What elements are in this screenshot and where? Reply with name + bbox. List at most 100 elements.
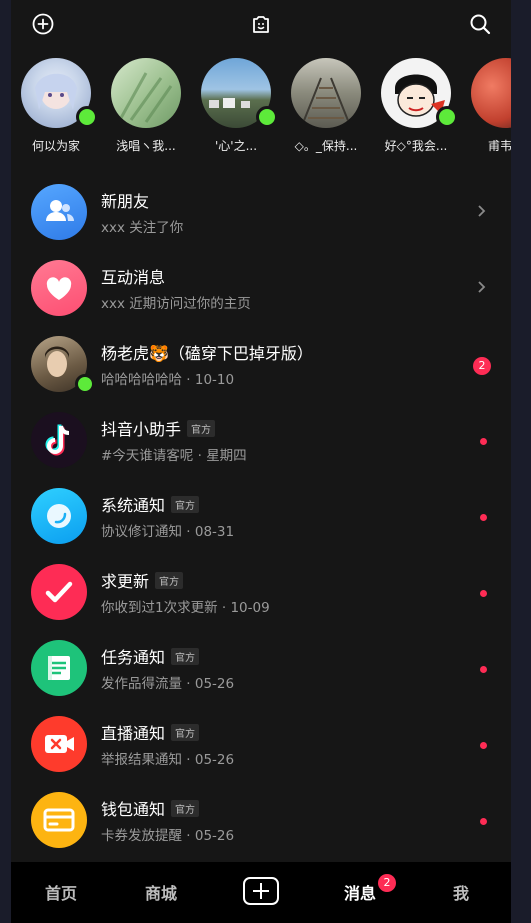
messages-badge: 2	[378, 874, 396, 892]
message-title-text: 求更新	[101, 572, 150, 591]
message-time: 10-09	[230, 600, 270, 616]
unread-dot	[480, 666, 487, 673]
official-tag: 官方	[171, 723, 200, 741]
message-title: 求更新 官方	[101, 568, 184, 592]
message-row-wallet[interactable]: 钱包通知 官方 卡券发放提醒 · 05-26	[11, 786, 511, 862]
people-icon	[31, 184, 87, 240]
message-time: 05-26	[194, 676, 235, 692]
plus-circle-icon[interactable]	[31, 12, 55, 36]
unread-dot	[480, 514, 487, 521]
message-title-text: 任务通知	[101, 648, 166, 667]
unread-dot	[480, 438, 487, 445]
online-status-indicator	[76, 106, 98, 128]
avatar[interactable]	[471, 58, 511, 128]
tab-messages[interactable]: 消息	[344, 880, 376, 904]
message-time: 05-26	[194, 828, 235, 844]
message-row-new-friends[interactable]: 新朋友 xxx 关注了你	[11, 178, 511, 254]
tab-home[interactable]: 首页	[45, 880, 77, 904]
online-status-indicator	[75, 374, 95, 394]
message-row-tasks[interactable]: 任务通知 官方 发作品得流量 · 05-26	[11, 634, 511, 710]
message-row-interactions[interactable]: 互动消息 xxx 近期访问过你的主页	[11, 254, 511, 330]
search-icon[interactable]	[468, 12, 492, 36]
avatar[interactable]	[111, 58, 181, 128]
official-tag: 官方	[187, 419, 216, 437]
online-status-indicator	[436, 106, 458, 128]
message-subtitle: xxx 近期访问过你的主页	[101, 296, 251, 312]
message-subtitle: #今天谁请客呢 · 星期四	[101, 448, 247, 464]
story-item[interactable]: 好◇°我会...	[376, 58, 458, 154]
tiktok-logo-icon	[31, 412, 87, 468]
message-title: 杨老虎🐯（磕穿下巴掉牙版）	[101, 344, 313, 363]
message-row-assistant[interactable]: 抖音小助手 官方 #今天谁请客呢 · 星期四	[11, 406, 511, 482]
message-title-text: 钱包通知	[101, 800, 166, 819]
message-subtitle: 协议修订通知 · 08-31	[101, 524, 235, 540]
message-preview: 卡券发放提醒	[101, 828, 182, 844]
official-tag: 官方	[171, 799, 200, 817]
chevron-right-icon	[478, 281, 486, 293]
message-preview: 你收到过1次求更新	[101, 600, 218, 616]
message-row-chat[interactable]: 杨老虎🐯（磕穿下巴掉牙版） 哈哈哈哈哈哈 · 10-10 2	[11, 330, 511, 406]
story-item[interactable]: '心'之...	[196, 58, 278, 154]
online-status-indicator	[256, 106, 278, 128]
message-row-system[interactable]: 系统通知 官方 协议修订通知 · 08-31	[11, 482, 511, 558]
message-preview: 发作品得流量	[101, 676, 182, 692]
document-icon	[31, 640, 87, 696]
story-name: ◇。_保持...	[294, 139, 358, 153]
story-item[interactable]: ◇。_保持...	[286, 58, 366, 154]
message-subtitle: 你收到过1次求更新 · 10-09	[101, 600, 270, 616]
message-preview: 哈哈哈哈哈哈	[101, 372, 182, 388]
wallet-icon	[31, 792, 87, 848]
story-name: 浅唱ヽ我...	[116, 139, 176, 153]
friends-stories-row: 何以为家 浅唱ヽ我... '心'之... ◇。_保持... 好◇°我会... 甫…	[11, 58, 511, 158]
story-name: 好◇°我会...	[384, 139, 448, 153]
create-button[interactable]	[243, 877, 279, 905]
face-camera-icon[interactable]	[249, 12, 273, 36]
story-item[interactable]: 浅唱ヽ我...	[106, 58, 186, 154]
check-icon	[31, 564, 87, 620]
tab-me[interactable]: 我	[453, 880, 469, 904]
message-row-update-requests[interactable]: 求更新 官方 你收到过1次求更新 · 10-09	[11, 558, 511, 634]
message-title: 新朋友	[101, 192, 150, 211]
story-item[interactable]: 甫韦刻	[466, 58, 511, 154]
message-subtitle: 举报结果通知 · 05-26	[101, 752, 235, 768]
message-time: 星期四	[206, 448, 247, 464]
message-subtitle: 发作品得流量 · 05-26	[101, 676, 235, 692]
live-camera-icon	[31, 716, 87, 772]
message-title-text: 直播通知	[101, 724, 166, 743]
top-bar	[11, 0, 511, 50]
unread-dot	[480, 590, 487, 597]
message-row-live[interactable]: 直播通知 官方 举报结果通知 · 05-26	[11, 710, 511, 786]
message-subtitle: xxx 关注了你	[101, 220, 184, 236]
message-title: 系统通知 官方	[101, 492, 200, 516]
unread-count-badge: 2	[473, 357, 491, 375]
message-preview: 协议修订通知	[101, 524, 182, 540]
message-title: 互动消息	[101, 268, 166, 287]
bottom-navigation: 首页 商城 消息 2 我	[11, 862, 511, 923]
moon-icon	[31, 488, 87, 544]
message-title-text: 抖音小助手	[101, 420, 182, 439]
message-preview: 举报结果通知	[101, 752, 182, 768]
unread-dot	[480, 818, 487, 825]
story-name: '心'之...	[214, 139, 258, 153]
story-name: 甫韦刻	[487, 139, 511, 153]
chevron-right-icon	[478, 205, 486, 217]
message-title: 抖音小助手 官方	[101, 416, 216, 440]
message-title: 直播通知 官方	[101, 720, 200, 744]
official-tag: 官方	[155, 571, 184, 589]
message-title-text: 系统通知	[101, 496, 166, 515]
story-item[interactable]: 何以为家	[16, 58, 98, 154]
message-title: 钱包通知 官方	[101, 796, 200, 820]
official-tag: 官方	[171, 647, 200, 665]
message-time: 08-31	[194, 524, 235, 540]
message-time: 10-10	[194, 372, 235, 388]
messages-screen: 何以为家 浅唱ヽ我... '心'之... ◇。_保持... 好◇°我会... 甫…	[11, 0, 511, 923]
tab-mall[interactable]: 商城	[145, 880, 177, 904]
message-time: 05-26	[194, 752, 235, 768]
story-name: 何以为家	[31, 139, 80, 153]
unread-dot	[480, 742, 487, 749]
message-subtitle: 哈哈哈哈哈哈 · 10-10	[101, 372, 235, 388]
avatar[interactable]	[291, 58, 361, 128]
heart-icon	[31, 260, 87, 316]
official-tag: 官方	[171, 495, 200, 513]
message-preview: #今天谁请客呢	[101, 448, 194, 464]
